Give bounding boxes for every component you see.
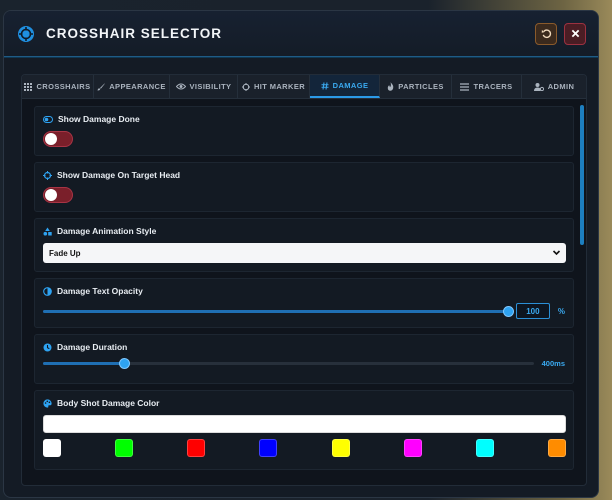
tab-tracers[interactable]: TRACERS bbox=[452, 75, 522, 98]
tab-appearance[interactable]: APPEARANCE bbox=[94, 75, 170, 98]
tab-hit-marker[interactable]: HIT MARKER bbox=[238, 75, 310, 98]
slider-thumb[interactable] bbox=[502, 305, 514, 317]
tab-label: APPEARANCE bbox=[109, 82, 166, 91]
color-swatch[interactable] bbox=[43, 439, 61, 457]
damage-settings-panel: Show Damage Done Show Damage On Target H… bbox=[22, 100, 586, 485]
opacity-value: 100 bbox=[526, 306, 540, 316]
lines-icon bbox=[460, 82, 470, 91]
reset-button[interactable] bbox=[535, 22, 557, 45]
eye-icon bbox=[175, 83, 186, 90]
hash-icon bbox=[321, 81, 329, 90]
contrast-icon bbox=[43, 286, 52, 296]
shapes-icon bbox=[43, 227, 52, 235]
fire-icon bbox=[388, 82, 394, 91]
tab-crosshairs[interactable]: CROSSHAIRS bbox=[22, 75, 94, 98]
setting-label: Body Shot Damage Color bbox=[57, 398, 160, 408]
setting-show-damage-head: Show Damage On Target Head bbox=[34, 162, 574, 212]
opacity-input[interactable]: 100 bbox=[515, 303, 550, 319]
tab-visibility[interactable]: VISIBILITY bbox=[170, 75, 238, 98]
setting-label: Show Damage On Target Head bbox=[57, 170, 181, 180]
setting-animation-style: Damage Animation Style Fade Up bbox=[34, 218, 574, 272]
chevron-down-icon bbox=[552, 250, 561, 256]
color-swatch[interactable] bbox=[403, 439, 422, 457]
color-swatch[interactable] bbox=[475, 439, 494, 457]
tab-label: CROSSHAIRS bbox=[36, 82, 91, 91]
palette-icon bbox=[43, 398, 52, 408]
tab-label: PARTICLES bbox=[398, 82, 444, 91]
color-swatch[interactable] bbox=[187, 439, 206, 457]
target-icon bbox=[241, 82, 250, 91]
setting-text-opacity: Damage Text Opacity 100 % bbox=[34, 278, 574, 328]
setting-label: Damage Animation Style bbox=[57, 226, 157, 236]
color-swatches bbox=[43, 439, 566, 457]
setting-label: Damage Duration bbox=[57, 342, 128, 352]
close-icon bbox=[571, 29, 579, 38]
tab-label: ADMIN bbox=[547, 82, 575, 91]
setting-body-color: Body Shot Damage Color bbox=[34, 390, 574, 470]
clock-icon bbox=[43, 343, 52, 351]
toggle-knob bbox=[45, 133, 57, 145]
tab-label: VISIBILITY bbox=[189, 82, 232, 91]
crosshair-small-icon bbox=[43, 170, 52, 180]
slider-thumb[interactable] bbox=[118, 358, 130, 369]
toggle-knob bbox=[45, 189, 57, 201]
opacity-unit: % bbox=[557, 306, 565, 316]
show-damage-done-toggle[interactable] bbox=[43, 131, 73, 147]
crosshair-icon bbox=[16, 24, 36, 44]
tab-damage[interactable]: DAMAGE bbox=[310, 75, 380, 98]
color-swatch[interactable] bbox=[547, 439, 566, 457]
tab-bar: CROSSHAIRS APPEARANCE VISIBILITY HIT MAR… bbox=[22, 75, 586, 99]
brush-icon bbox=[97, 83, 106, 91]
tab-label: TRACERS bbox=[473, 82, 513, 91]
select-value: Fade Up bbox=[49, 248, 81, 258]
body-color-input[interactable] bbox=[43, 415, 566, 433]
tab-label: HIT MARKER bbox=[253, 82, 306, 91]
opacity-slider[interactable] bbox=[43, 305, 514, 317]
tab-label: DAMAGE bbox=[332, 81, 369, 90]
content-area: CROSSHAIRS APPEARANCE VISIBILITY HIT MAR… bbox=[21, 74, 587, 486]
undo-icon bbox=[541, 29, 551, 39]
color-swatch[interactable] bbox=[259, 439, 278, 457]
show-damage-head-toggle[interactable] bbox=[43, 187, 73, 203]
color-swatch[interactable] bbox=[115, 439, 134, 457]
title-bar: CROSSHAIR SELECTOR bbox=[4, 11, 598, 57]
setting-label: Show Damage Done bbox=[58, 114, 140, 124]
crosshair-selector-window: CROSSHAIR SELECTOR CROSSHAIRS APPEARANCE… bbox=[3, 10, 599, 498]
window-title: CROSSHAIR SELECTOR bbox=[46, 26, 223, 41]
setting-label: Damage Text Opacity bbox=[57, 286, 143, 296]
scrollbar[interactable] bbox=[580, 105, 584, 245]
setting-duration: Damage Duration 400ms bbox=[34, 334, 574, 384]
user-gear-icon bbox=[533, 82, 544, 91]
close-button[interactable] bbox=[564, 22, 586, 45]
tab-particles[interactable]: PARTICLES bbox=[380, 75, 452, 98]
duration-value: 400ms bbox=[541, 359, 565, 368]
tab-admin[interactable]: ADMIN bbox=[522, 75, 586, 98]
setting-show-damage-done: Show Damage Done bbox=[34, 106, 574, 156]
color-swatch[interactable] bbox=[331, 439, 350, 457]
duration-slider[interactable] bbox=[43, 358, 534, 369]
animation-style-select[interactable]: Fade Up bbox=[43, 243, 566, 263]
grid-icon bbox=[24, 82, 33, 91]
toggle-icon bbox=[43, 115, 53, 123]
